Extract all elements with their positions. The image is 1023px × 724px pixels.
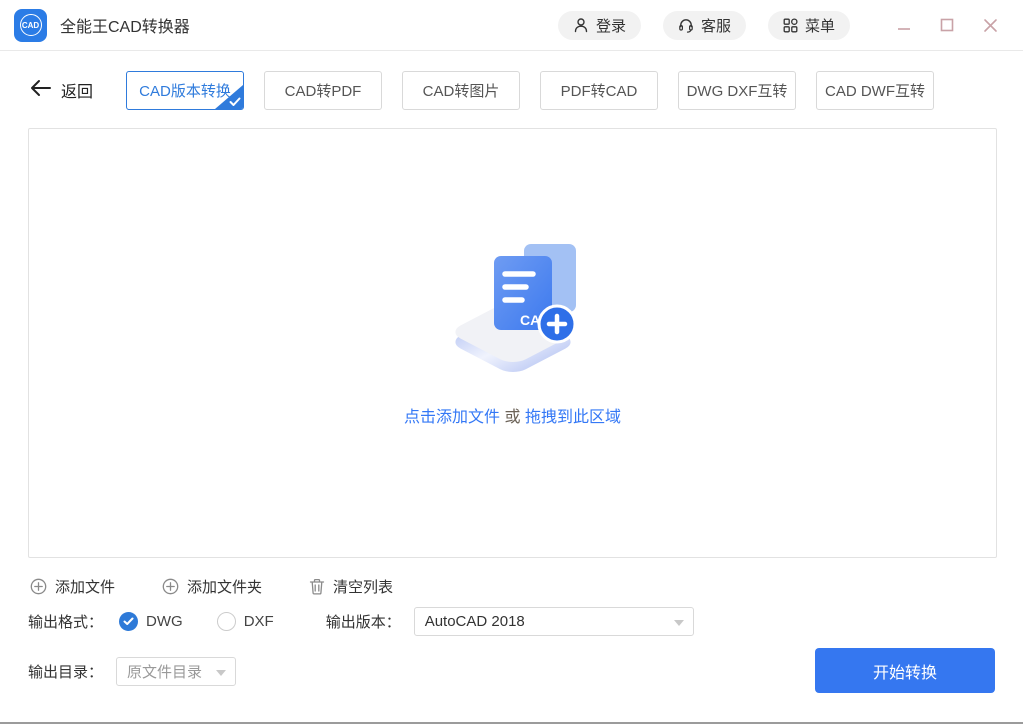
tab-cad-dwf-convert[interactable]: CAD DWF互转 — [816, 71, 934, 110]
file-actions: 添加文件 添加文件夹 清空列表 — [30, 573, 393, 599]
radio-dxf[interactable]: DXF — [217, 612, 274, 631]
radio-unchecked-icon — [217, 612, 236, 631]
output-version-select[interactable]: AutoCAD 2018 — [414, 607, 694, 636]
tab-label: CAD转图片 — [423, 80, 500, 101]
minimize-button[interactable] — [889, 10, 919, 40]
radio-dxf-label: DXF — [244, 613, 274, 630]
output-format-row: 输出格式： DWG DXF 输出版本： AutoCAD 2018 — [28, 606, 694, 636]
tab-label: PDF转CAD — [561, 80, 638, 101]
output-format-label: 输出格式： — [28, 611, 103, 632]
output-dir-value: 原文件目录 — [127, 661, 202, 682]
start-convert-button[interactable]: 开始转换 — [815, 648, 995, 693]
drag-area-text: 拖拽到此区域 — [525, 409, 621, 426]
menu-label: 菜单 — [805, 15, 835, 36]
output-version-label: 输出版本： — [326, 611, 401, 632]
output-dir-select[interactable]: 原文件目录 — [116, 657, 236, 686]
menu-grid-icon — [783, 18, 798, 33]
support-button[interactable]: 客服 — [663, 11, 746, 40]
drop-hint: 点击添加文件 或 拖拽到此区域 — [404, 403, 621, 427]
radio-dwg[interactable]: DWG — [119, 612, 183, 631]
add-file-button[interactable]: 添加文件 — [30, 576, 115, 597]
radio-dwg-label: DWG — [146, 613, 183, 630]
app-window: CAD 全能王CAD转换器 登录 客服 菜单 — [0, 0, 1023, 724]
start-convert-label: 开始转换 — [873, 659, 937, 683]
support-label: 客服 — [701, 15, 731, 36]
add-files-link[interactable]: 点击添加文件 — [404, 409, 500, 426]
output-dir-row: 输出目录： 原文件目录 — [28, 657, 236, 686]
format-radio-group: DWG DXF — [119, 612, 274, 631]
tab-label: DWG DXF互转 — [687, 80, 788, 101]
chevron-down-icon — [674, 620, 684, 626]
maximize-button[interactable] — [932, 10, 962, 40]
hint-or-text: 或 — [504, 409, 520, 426]
close-button[interactable] — [975, 10, 1005, 40]
back-label: 返回 — [61, 78, 93, 102]
add-circle-icon — [162, 578, 179, 595]
add-file-label: 添加文件 — [55, 576, 115, 597]
add-cad-file-illustration: CAD — [438, 236, 588, 377]
radio-checked-icon — [119, 612, 138, 631]
clear-list-label: 清空列表 — [333, 576, 393, 597]
headset-icon — [678, 17, 694, 33]
chevron-down-icon — [216, 670, 226, 676]
trash-icon — [309, 578, 325, 595]
tab-cad-to-pdf[interactable]: CAD转PDF — [264, 71, 382, 110]
back-button[interactable]: 返回 — [30, 78, 93, 102]
app-logo: CAD — [14, 9, 47, 42]
tab-dwg-dxf-convert[interactable]: DWG DXF互转 — [678, 71, 796, 110]
menu-button[interactable]: 菜单 — [768, 11, 850, 40]
add-circle-icon — [30, 578, 47, 595]
login-label: 登录 — [596, 15, 626, 36]
file-drop-zone[interactable]: CAD 点击添加文件 或 拖拽到此区域 — [28, 128, 997, 558]
app-logo-text: CAD — [20, 14, 42, 36]
title-bar: CAD 全能王CAD转换器 登录 客服 菜单 — [0, 0, 1023, 51]
login-button[interactable]: 登录 — [558, 11, 641, 40]
app-title: 全能王CAD转换器 — [60, 13, 190, 37]
tab-pdf-to-cad[interactable]: PDF转CAD — [540, 71, 658, 110]
tab-label: CAD DWF互转 — [825, 80, 925, 101]
output-version-value: AutoCAD 2018 — [425, 613, 525, 630]
add-folder-label: 添加文件夹 — [187, 576, 262, 597]
tab-bar: 返回 CAD版本转换 CAD转PDF CAD转图片 PDF转CAD DWG DX… — [30, 70, 995, 110]
tab-label: CAD转PDF — [285, 80, 362, 101]
add-folder-button[interactable]: 添加文件夹 — [162, 576, 262, 597]
output-dir-label: 输出目录： — [28, 661, 103, 682]
user-icon — [573, 17, 589, 33]
back-arrow-icon — [30, 79, 52, 102]
clear-list-button[interactable]: 清空列表 — [309, 576, 393, 597]
window-controls — [876, 10, 1005, 40]
check-icon — [229, 97, 241, 107]
tab-cad-version-convert[interactable]: CAD版本转换 — [126, 71, 244, 110]
tab-cad-to-image[interactable]: CAD转图片 — [402, 71, 520, 110]
